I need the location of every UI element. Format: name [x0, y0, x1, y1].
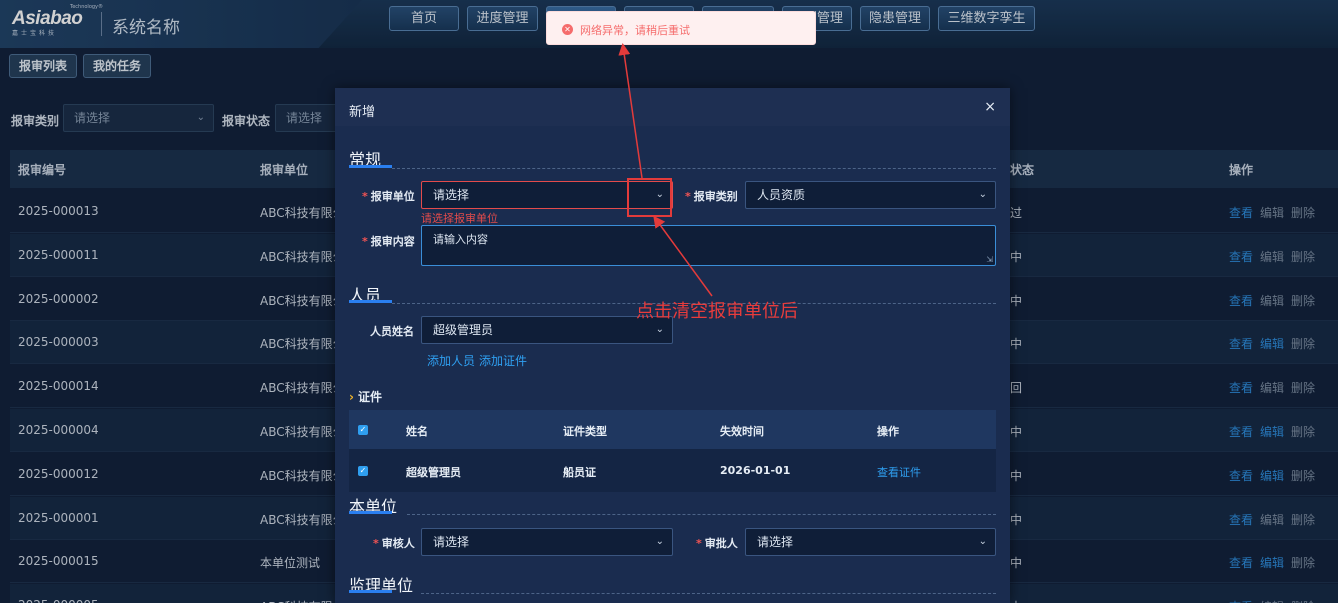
annotation-arrow-box [653, 215, 713, 297]
annotation-highlight-box [627, 178, 672, 217]
annotation-text: 点击清空报审单位后 [636, 301, 798, 322]
annotation-arrow-toast [618, 43, 643, 179]
